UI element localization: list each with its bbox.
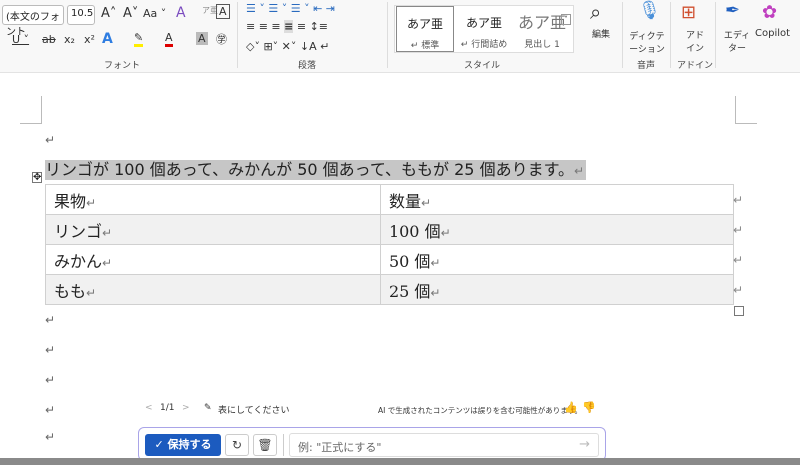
paragraph-mark: ↵: [45, 430, 56, 444]
dictate-button[interactable]: ディクテーション: [628, 29, 666, 55]
paragraph-group-label: 段落: [298, 61, 317, 71]
edit-button[interactable]: 編集: [592, 27, 610, 40]
table-move-handle-icon[interactable]: ✥: [32, 172, 43, 183]
addin-button[interactable]: アドイン: [683, 28, 707, 54]
selected-sentence[interactable]: リンゴが 100 個あって、みかんが 50 個あって、ももが 25 個あります。…: [45, 160, 587, 180]
paragraph-mark: ↵: [45, 343, 56, 357]
highlight-icon[interactable]: ✎: [134, 31, 144, 47]
grow-font-icon[interactable]: A˄: [101, 6, 116, 21]
table-header-row: 果物↵ 数量↵: [45, 184, 735, 215]
paragraph-mark: ↵: [573, 164, 585, 178]
horizontal-scrollbar[interactable]: [0, 458, 800, 465]
check-icon: ✓: [154, 438, 168, 451]
table-cell[interactable]: リンゴ↵: [45, 214, 381, 245]
table-cell[interactable]: もも↵: [45, 274, 381, 305]
superscript-icon[interactable]: x²: [84, 33, 95, 46]
input-placeholder: 例: "正式にする": [298, 441, 382, 454]
keep-button[interactable]: ✓ 保持する: [145, 434, 221, 456]
thumbs-up-icon[interactable]: 👍: [564, 401, 578, 414]
regenerate-icon[interactable]: ↻: [225, 434, 249, 456]
table-cell[interactable]: 25 個↵: [379, 274, 735, 305]
copilot-button[interactable]: Copilot: [755, 28, 790, 39]
ai-disclaimer: AI で生成されたコンテンツは誤りを含む可能性があります。: [378, 406, 582, 415]
copilot-bar: ✓ 保持する ↻ 🗑 例: "正式にする" →: [138, 427, 606, 461]
char-shading-icon[interactable]: A: [196, 32, 208, 45]
addin-icon[interactable]: ⊞: [681, 2, 696, 23]
editor-icon[interactable]: ✒: [725, 0, 740, 21]
prev-icon[interactable]: <: [145, 403, 153, 413]
pencil-icon: ✎: [204, 403, 212, 413]
table-row: もも↵ 25 個↵: [45, 274, 735, 305]
style-name: 見出し 1: [524, 40, 560, 50]
style-preview: あア亜: [465, 16, 502, 30]
voice-group-label: 音声: [637, 61, 656, 71]
char-border-icon[interactable]: A: [216, 4, 230, 19]
paragraph-mark: ↵: [45, 313, 56, 327]
style-preview: あア亜: [406, 17, 443, 31]
font-size-select[interactable]: 10.5: [67, 5, 95, 25]
table-row: みかん↵ 50 個↵: [45, 244, 735, 275]
ribbon: (本文のフォント 10.5 A˄ A˅ Aa ˅ A ア亜 A U ˅ ab x…: [0, 0, 800, 73]
enclose-char-icon[interactable]: ㊫: [216, 31, 227, 47]
paragraph-mark: ↵: [45, 403, 56, 417]
font-size: 10.5: [71, 8, 94, 19]
table-row: リンゴ↵ 100 個↵: [45, 214, 735, 245]
change-case-icon[interactable]: Aa ˅: [143, 7, 166, 20]
editor-button[interactable]: エディター: [722, 28, 752, 54]
send-arrow-icon[interactable]: →: [579, 437, 590, 452]
style-name: ↵ 行間詰め: [460, 40, 508, 50]
table-cell[interactable]: 100 個↵: [379, 214, 735, 245]
styles-group-label: スタイル: [464, 61, 501, 71]
style-name: ↵ 標準: [410, 41, 440, 51]
styles-more-button[interactable]: ˅: [561, 14, 571, 25]
margin-mark-left: [20, 96, 42, 124]
table-cell[interactable]: 数量↵: [379, 184, 735, 215]
addin-group-label: アドイン: [677, 61, 714, 71]
fruit-table[interactable]: 果物↵ 数量↵ リンゴ↵ 100 個↵ みかん↵ 50 個↵ もも↵ 25 個↵: [45, 184, 735, 305]
style-heading1[interactable]: あア亜 見出し 1: [513, 6, 571, 52]
subscript-icon[interactable]: x₂: [64, 33, 75, 46]
paragraph-mark: ↵: [45, 373, 56, 387]
styles-gallery: あア亜 ↵ 標準 あア亜 ↵ 行間詰め あア亜 見出し 1: [394, 5, 574, 53]
style-normal[interactable]: あア亜 ↵ 標準: [396, 6, 454, 52]
clear-format-icon[interactable]: A: [176, 5, 186, 21]
keep-label: 保持する: [167, 438, 212, 451]
copilot-icon[interactable]: ✿: [762, 2, 777, 23]
sentence-text: リンゴが 100 個あって、みかんが 50 個あって、ももが 25 個あります。: [45, 160, 574, 179]
margin-mark-right: [735, 96, 757, 124]
strikethrough-icon[interactable]: ab: [42, 33, 56, 46]
table-cell[interactable]: 50 個↵: [379, 244, 735, 275]
page-counter: 1/1: [160, 403, 175, 413]
search-icon[interactable]: ⌕: [590, 0, 601, 24]
next-icon[interactable]: >: [182, 403, 190, 413]
microphone-icon[interactable]: 🎙: [638, 0, 661, 21]
table-resize-handle[interactable]: [734, 306, 744, 316]
shrink-font-icon[interactable]: A˅: [123, 6, 138, 21]
align-icons[interactable]: ≡ ≡ ≡ ≡ ≡ ↕≡: [246, 20, 328, 33]
refine-input[interactable]: 例: "正式にする" →: [289, 433, 599, 457]
font-color-icon[interactable]: A: [165, 31, 173, 47]
font-name-select[interactable]: (本文のフォント: [2, 5, 64, 38]
thumbs-down-icon[interactable]: 👎: [582, 401, 596, 414]
font-group-label: フォント: [104, 61, 141, 71]
bullets-icon[interactable]: ☰ ˅ ☰ ˅ ☰ ˅ ⇤ ⇥: [246, 2, 335, 15]
style-no-spacing[interactable]: あア亜 ↵ 行間詰め: [455, 6, 513, 52]
text-effects-icon[interactable]: A: [102, 31, 113, 47]
paragraph-mark: ↵: [45, 133, 56, 147]
table-cell[interactable]: みかん↵: [45, 244, 381, 275]
shading-borders-icons[interactable]: ◇˅ ⊞˅ ✕˅ ↓A ↵: [246, 40, 329, 53]
prompt-text: 表にしてください: [218, 406, 290, 416]
trash-icon[interactable]: 🗑: [253, 434, 277, 456]
underline-icon[interactable]: U ˅: [12, 33, 29, 46]
table-cell[interactable]: 果物↵: [45, 184, 381, 215]
